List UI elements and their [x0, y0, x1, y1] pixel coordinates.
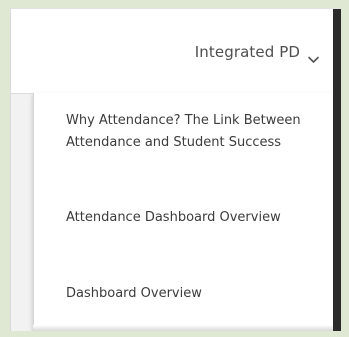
integrated-pd-dropdown-menu: Why Attendance? The Link Between Attenda… [33, 93, 334, 331]
screenshot-frame: Integrated PD Why Attendance? The Link B… [10, 8, 341, 331]
dropdown-bottom-shadow [33, 325, 333, 331]
menu-item-attendance-dashboard-overview[interactable]: Attendance Dashboard Overview [34, 207, 318, 229]
chevron-down-icon [308, 49, 319, 63]
integrated-pd-label: Integrated PD [194, 43, 300, 61]
menu-item-dashboard-overview[interactable]: Dashboard Overview [34, 283, 328, 305]
integrated-pd-dropdown-trigger[interactable]: Integrated PD [194, 43, 319, 63]
menu-item-why-attendance[interactable]: Why Attendance? The Link Between Attenda… [34, 110, 328, 154]
right-edge-strip [333, 9, 341, 331]
navigation-bar: Integrated PD [11, 9, 333, 94]
